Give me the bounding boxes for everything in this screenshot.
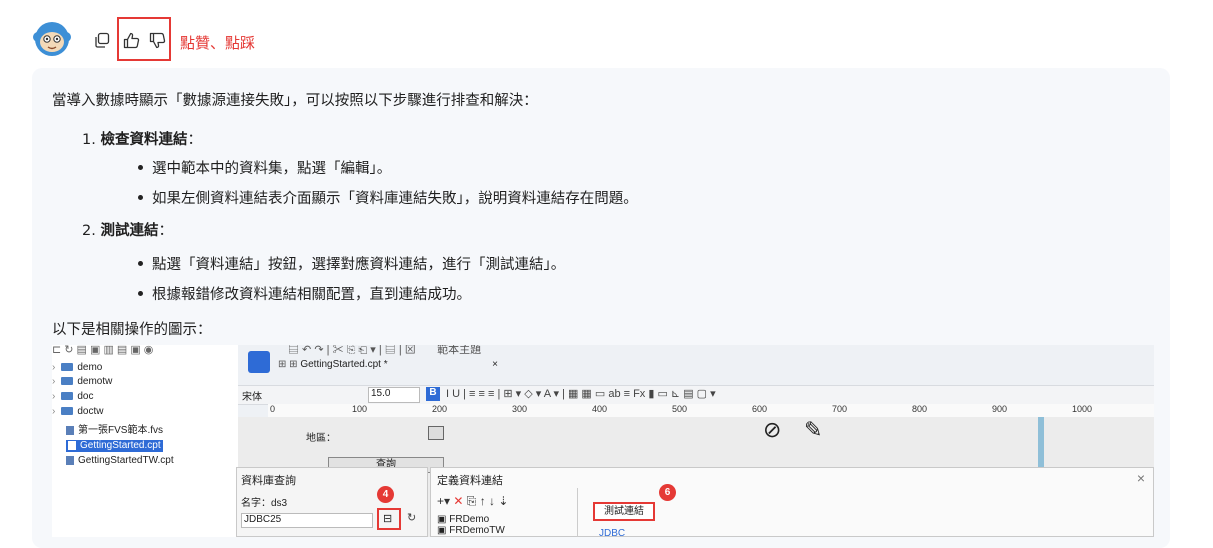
folder-icon xyxy=(61,392,74,401)
vote-label: 點贊、點踩 xyxy=(180,34,256,52)
tree-file[interactable]: GettingStartedTW.cpt xyxy=(66,455,174,467)
main-toolbar: ▤ ↶ ↷ | ✂ ⎘ ⎗ ▾ | ▤ | ⊠ 範本主題 xyxy=(288,345,482,356)
step-title: 檢查資料連結 xyxy=(100,132,188,148)
tree-toolbar: ⊏ ↻ ▤ ▣ ▥ ▤ ▣ ◉ xyxy=(52,345,154,356)
tree-folder[interactable]: › demo xyxy=(52,362,102,374)
format-toolbar: 宋体 15.0 B I U | ≡ ≡ ≡ | ⊞ ▾ ◇ ▾ A ▾ | ▦ … xyxy=(238,385,1154,405)
theme-label[interactable]: 範本主題 xyxy=(437,345,481,356)
step-number: 1. xyxy=(82,132,96,148)
query-dialog: 資料庫查詢 名字：ds3 JDBC25 4 ⊟ ↻ xyxy=(236,467,428,537)
list-item: 點選「資料連結」按鈕，選擇對應資料連結，進行「測試連結」。 xyxy=(137,253,565,274)
name-row: 名字：ds3 xyxy=(241,494,287,509)
divider xyxy=(577,488,578,537)
tree-folder[interactable]: › demotw xyxy=(52,376,112,388)
file-icon xyxy=(68,440,76,450)
step-title: 測試連結 xyxy=(100,223,159,239)
name-field[interactable]: ds3 xyxy=(271,498,287,509)
connection-list: ▣ FRDemo ▣ FRDemoTW xyxy=(437,514,505,536)
list-item: 如果左側資料連結表介面顯示「資料庫連結失敗」，說明資料連結存在問題。 xyxy=(138,187,638,208)
ruler: 0 100 200 300 400 500 600 700 800 900 10… xyxy=(268,404,1154,418)
file-icon xyxy=(66,425,74,435)
step-badge: 6 xyxy=(659,484,676,501)
folder-icon xyxy=(61,407,74,416)
figure-caption: 以下是相關操作的圖示： xyxy=(52,322,212,338)
step-2: 2. 測試連結： xyxy=(82,219,173,240)
dropdown-widget-icon[interactable] xyxy=(428,426,444,440)
bold-button[interactable]: B xyxy=(426,387,440,401)
tree-folder[interactable]: › doctw xyxy=(52,406,103,418)
step-number: 2. xyxy=(82,223,96,239)
ruler-label: 300 xyxy=(512,404,528,414)
template-tab[interactable]: ⊞ ⊞ GettingStarted.cpt * × xyxy=(278,359,498,379)
ruler-label: 500 xyxy=(672,404,688,414)
tab-title: GettingStarted.cpt * xyxy=(300,359,388,370)
list-item[interactable]: ▣ FRDemo xyxy=(437,514,505,525)
embedded-screenshot: ⊏ ↻ ▤ ▣ ▥ ▤ ▣ ◉ › demo › demotw › doc › doct… xyxy=(52,345,1154,537)
folder-icon xyxy=(61,363,74,372)
ruler-label: 200 xyxy=(432,404,448,414)
font-select[interactable]: 宋体 xyxy=(242,388,262,403)
step-badge: 4 xyxy=(377,486,394,503)
hide-eye-icon[interactable]: ⊘ xyxy=(763,417,781,443)
monkey-avatar-icon xyxy=(30,17,74,61)
edit-pencil-icon[interactable]: ✎ xyxy=(804,417,822,443)
list-item: 選中範本中的資料集，點選「編輯」。 xyxy=(137,157,391,178)
ruler-label: 600 xyxy=(752,404,768,414)
answer-intro: 當導入數據時顯示「數據源連接失敗」，可以按照以下步驟進行排查和解決： xyxy=(52,93,538,109)
format-icons: I U | ≡ ≡ ≡ | ⊞ ▾ ◇ ▾ A ▾ | ▦ ▦ ▭ ab ≡ F… xyxy=(446,388,716,400)
step-colon: ： xyxy=(158,223,173,239)
region-label: 地區： xyxy=(306,433,336,444)
ruler-label: 0 xyxy=(270,404,276,414)
ruler-label: 400 xyxy=(592,404,608,414)
thumbs-up-icon[interactable] xyxy=(122,31,140,49)
app-icon xyxy=(248,351,270,373)
test-connection-button[interactable]: 測試連結 xyxy=(593,502,655,521)
name-label: 名字： xyxy=(241,498,271,509)
grid-icon: ⊞ ⊞ xyxy=(278,359,298,370)
connection-select[interactable]: JDBC25 xyxy=(241,513,373,528)
ruler-label: 100 xyxy=(352,404,368,414)
dialog-title: 資料庫查詢 xyxy=(241,475,296,487)
thumbs-down-icon[interactable] xyxy=(148,31,166,49)
tree-folder[interactable]: › doc xyxy=(52,391,93,403)
ruler-label: 900 xyxy=(992,404,1008,414)
refresh-icon[interactable]: ↻ xyxy=(407,511,416,524)
copy-icon[interactable] xyxy=(93,31,111,49)
step-colon: ： xyxy=(187,132,202,148)
ruler-label: 1000 xyxy=(1072,404,1093,414)
font-size-select[interactable]: 15.0 xyxy=(368,387,420,403)
connection-toolbar: +▾ ✕ ⎘ ↑ ↓ ⇣ xyxy=(437,494,509,508)
tree-file-selected[interactable]: GettingStarted.cpt xyxy=(66,440,163,452)
ruler-label: 800 xyxy=(912,404,928,414)
folder-icon xyxy=(61,377,74,386)
tab-close-icon[interactable]: × xyxy=(492,359,498,370)
dialog-title: 定義資料連結 xyxy=(437,475,503,487)
close-icon[interactable]: × xyxy=(1137,470,1145,486)
list-item: 根據報錯修改資料連結相關配置，直到連結成功。 xyxy=(138,283,471,304)
connection-dialog: 定義資料連結 × +▾ ✕ ⎘ ↑ ↓ ⇣ ▣ FRDemo ▣ FRDemoT… xyxy=(430,467,1154,537)
file-tree: ⊏ ↻ ▤ ▣ ▥ ▤ ▣ ◉ › demo › demotw › doc › doct… xyxy=(52,345,232,537)
ruler-label: 700 xyxy=(832,404,848,414)
tree-file[interactable]: 第一張FVS範本.fvs xyxy=(66,425,163,437)
step-1: 1. 檢查資料連結： xyxy=(82,128,202,149)
file-icon xyxy=(66,455,74,465)
jdbc-label: JDBC xyxy=(599,528,626,537)
list-item[interactable]: ▣ FRDemoTW xyxy=(437,525,505,536)
database-connection-icon[interactable]: ⊟ xyxy=(383,512,392,525)
